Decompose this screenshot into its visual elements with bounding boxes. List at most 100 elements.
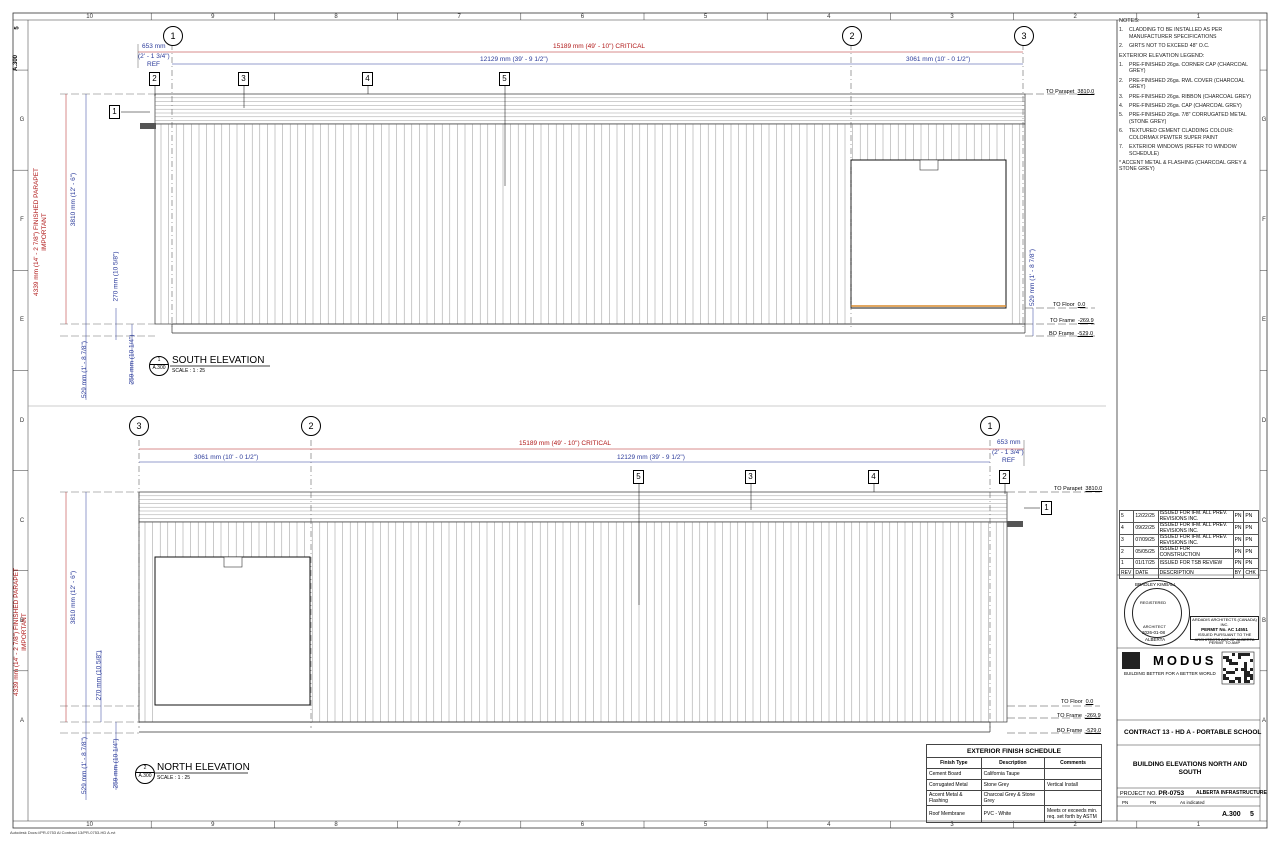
grid-column-label: 7 — [457, 822, 461, 828]
drawn-by: PN — [1122, 800, 1129, 805]
south-grid-2: 2 — [842, 26, 862, 46]
south-dim-right: 3061 mm (10' - 0 1/2") — [906, 56, 971, 63]
finish-schedule-title: EXTERIOR FINISH SCHEDULE — [926, 744, 1102, 758]
grid-column-label: 6 — [580, 14, 585, 20]
south-elevation-scale: SCALE : 1 : 25 — [172, 368, 206, 374]
south-level-parapet: TO Parapet 3810.0 — [1046, 89, 1095, 95]
grid-column-label: 6 — [580, 822, 585, 828]
finish-desc: Charcoal Grey & Stone Grey — [980, 790, 1046, 806]
finish-type: Accent Metal & Flashing — [926, 790, 982, 806]
list-item: 2. PRE-FINISHED 26ga. RWL COVER (CHARCOAL… — [1119, 77, 1245, 91]
north-tag-4: 4 — [868, 470, 879, 484]
north-dim-footing: 259 mm (10 1/4") — [112, 738, 120, 789]
south-grid-3: 3 — [1014, 26, 1034, 46]
north-dim-floor: 270 mm (10 5/8") — [95, 650, 103, 701]
south-tag-5: 5 — [499, 72, 510, 86]
side-sheet-rev: 5 — [14, 26, 21, 30]
north-level-parapet: TO Parapet 3810.0 — [1054, 486, 1103, 492]
permit-stamp: ARDADIS ARCHITECTS (CANADA) INC. PERMIT … — [1190, 616, 1259, 642]
north-level-floor: TO Floor 0.0 — [1061, 699, 1094, 705]
seal-architect: ARCHITECT — [1143, 624, 1166, 629]
grid-row-label: G — [1261, 117, 1267, 124]
south-elevation-title: SOUTH ELEVATION — [172, 355, 265, 366]
revision-header-row: REV DATE DESCRIPTION BY CHK — [1118, 568, 1259, 579]
south-tag-4: 4 — [362, 72, 373, 86]
revision-table: 5 12/22/25 ISSUED FOR IFM. ALL PREV. REVIS… — [1118, 510, 1259, 579]
finish-type: Roof Membrane — [926, 805, 982, 823]
grid-row-label: F — [20, 217, 24, 224]
finish-comments — [1044, 790, 1102, 806]
north-tag-2: 2 — [999, 470, 1010, 484]
checked-by: PN — [1150, 800, 1157, 805]
list-item: 5. PRE-FINISHED 26ga. 7/8" CORRUGATED MET… — [1119, 112, 1247, 125]
grid-row-label: A — [19, 717, 24, 724]
grid-column-label: 5 — [703, 14, 708, 20]
grid-row-label: D — [19, 417, 25, 424]
drawing-scale: As indicated — [1180, 800, 1205, 805]
client-name: ALBERTA INFRASTRUCTURE — [1196, 790, 1267, 796]
grid-row-label: A — [1261, 717, 1266, 724]
drawing-title: BUILDING ELEVATIONS NORTH AND SOUTH — [1132, 761, 1248, 776]
table-row: 1 01/17/25 ISSUED FOR TSB REVIEW PN PN — [1118, 558, 1259, 569]
grid-column-label: 4 — [827, 822, 831, 828]
table-row: 4 09/22/25 ISSUED FOR IFM. ALL PREV. REVIS… — [1118, 522, 1259, 535]
list-item: 6. TEXTURED CEMENT CLADDING COLOUR: COLOR… — [1119, 128, 1234, 141]
grid-column-label: 5 — [703, 822, 708, 828]
exterior-finish-schedule: EXTERIOR FINISH SCHEDULE Finish Type Des… — [926, 744, 1102, 823]
modus-tagline: BUILDING BETTER FOR A BETTER WORLD — [1124, 671, 1216, 676]
south-dim-ref-tag: REF — [147, 61, 160, 68]
finish-type: Cement Board — [926, 768, 982, 780]
list-item: 1. CLADDING TO BE INSTALLED AS PER MANUFA… — [1119, 27, 1223, 40]
table-row: 5 12/22/25 ISSUED FOR IFM. ALL PREV. REVIS… — [1118, 510, 1259, 523]
grid-column-label: 4 — [827, 14, 831, 20]
north-tag-5: 5 — [633, 470, 644, 484]
north-dim-mid: 12129 mm (39' - 9 1/2") — [617, 454, 685, 461]
grid-column-label: 9 — [211, 822, 215, 828]
project-number: PROJECT NO. PR-0753 — [1120, 790, 1185, 797]
table-row: Roof Membrane PVC - White Meets or excee… — [926, 805, 1102, 823]
south-dim-wall: 3810 mm (12' - 6") — [70, 172, 78, 227]
grid-column-label: 10 — [86, 14, 93, 20]
table-row: Accent Metal & Flashing Charcoal Grey & … — [926, 790, 1102, 806]
permit-label: PERMIT TO AMP — [1209, 640, 1241, 645]
north-view-marker: 2 A.300 — [135, 764, 155, 784]
south-tag-3: 3 — [238, 72, 249, 86]
side-sheet-code: A.300 — [13, 54, 20, 72]
south-dim-parapet: 4339 mm (14' - 2 7/8") FINISHED PARAPET I… — [33, 167, 49, 297]
south-grid-1: 1 — [163, 26, 183, 46]
grid-column-label: 2 — [1073, 14, 1077, 20]
south-level-floor: TO Floor 0.0 — [1053, 302, 1086, 308]
sheet-revision: 5 — [1250, 811, 1254, 818]
north-level-bo-frame: BO Frame -529.0 — [1057, 728, 1102, 734]
south-tag-2: 2 — [149, 72, 160, 86]
grid-row-label: E — [1261, 317, 1266, 324]
table-row: 2 05/05/25 ISSUED FOR CONSTRUCTION PN PN — [1118, 546, 1259, 559]
finish-header-comments: Comments — [1044, 757, 1102, 769]
notes-heading: NOTES: — [1119, 18, 1140, 24]
modus-brand: MODUS — [1153, 653, 1217, 668]
grid-column-label: 10 — [86, 822, 93, 828]
list-item: 1. PRE-FINISHED 26ga. CORNER CAP (CHARCOA… — [1119, 62, 1248, 75]
sheet-number: A.300 — [1222, 811, 1241, 818]
finish-desc: Stone Grey — [980, 779, 1046, 791]
footer-file-path: Autodesk Docs://PR-0753 Al Contract 13/P… — [10, 830, 116, 835]
list-item: 7. EXTERIOR WINDOWS (REFER TO WINDOW SCHE… — [1119, 144, 1237, 157]
north-tag-1: 1 — [1041, 501, 1052, 515]
north-dim-ref-imp: (2' - 1 3/4") — [992, 449, 1024, 456]
list-item: 3. PRE-FINISHED 26ga. RIBBON (CHARCOAL GR… — [1119, 93, 1252, 100]
finish-comments — [1044, 768, 1102, 780]
north-dim-base: 529 mm (1' - 8 7/8") — [81, 736, 89, 795]
grid-row-label: G — [19, 117, 25, 124]
south-dim-mid: 12129 mm (39' - 9 1/2") — [480, 56, 548, 63]
list-item: 2. GIRTS NOT TO EXCEED 48" O.C. — [1119, 43, 1210, 50]
table-row: Corrugated Metal Stone Grey Vertical Ins… — [926, 779, 1102, 791]
drawing-sheet: 10 10 9 9 8 8 7 7 6 6 5 5 4 4 3 3 2 2 1 1 G G F F E E D D C C B B A A A.3… — [0, 0, 1280, 842]
grid-row-label: C — [19, 517, 25, 524]
south-level-bo-frame: BO Frame -529.0 — [1049, 331, 1094, 337]
finish-header-type: Finish Type — [926, 757, 982, 769]
seal-name: BRADLEY KIMBALL — [1135, 582, 1177, 587]
north-dim-ref-tag: REF — [1002, 457, 1015, 464]
north-grid-3: 3 — [129, 416, 149, 436]
list-item: 4. PRE-FINISHED 26ga. CAP (CHARCOAL GREY) — [1119, 103, 1242, 110]
finish-comments: Vertical Install — [1044, 779, 1102, 791]
